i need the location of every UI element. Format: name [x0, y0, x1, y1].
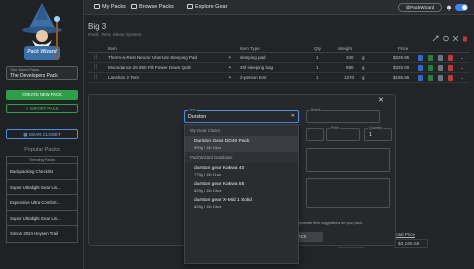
search-result-item[interactable]: Durston Gear DD40 Pack 990g / 1lb 15oz — [185, 136, 298, 152]
item-search-label: Item — [188, 108, 197, 112]
gear-closet-button[interactable]: ▦ GEAR CLOSET — [6, 129, 78, 139]
description-field[interactable] — [306, 178, 390, 208]
search-result-item[interactable]: durston gear Kakwa 40 775g / 1lb 11oz — [185, 163, 298, 179]
nav-browse-packs-label: Browse Packs — [139, 4, 174, 10]
dropdown-group-heading: My Gear Closet — [185, 125, 298, 136]
folder-icon — [94, 4, 100, 9]
search-result-item[interactable]: durston gear X-Mid 1 Solid 825g / 1lb 13… — [185, 195, 298, 211]
notes-field[interactable] — [306, 148, 390, 172]
pack-selector-value: The Developers Pack — [10, 73, 58, 79]
sidebar: Pack Wizard Your Saved Packs The Develop… — [0, 0, 84, 269]
nav-explore-gear-label: Explore Gear — [195, 4, 228, 10]
price-label: Price — [330, 126, 340, 130]
top-nav: My Packs Browse Packs Explore Gear @Pack… — [84, 0, 474, 15]
pack-selector-label: Your Saved Packs — [10, 68, 40, 72]
trending-pack-item[interactable]: Expensive Ultra Comfort... — [7, 195, 77, 211]
brand-label: Brand — [310, 108, 322, 112]
create-new-pack-button[interactable]: CREATE NEW PACK — [6, 90, 78, 100]
theme-toggle[interactable] — [455, 4, 468, 11]
result-name: durston gear Kakwa 55 — [194, 182, 245, 187]
nav-my-packs-label: My Packs — [102, 4, 126, 10]
trending-packs-list: Trending Packs Backpacking Checklist Sup… — [6, 156, 78, 243]
trending-pack-item[interactable]: Backpacking Checklist — [7, 164, 77, 180]
clear-icon[interactable]: ✕ — [291, 113, 295, 119]
gear-closet-label: GEAR CLOSET — [28, 132, 61, 137]
result-weight: 825g / 1lb 13oz — [194, 204, 222, 209]
bell-icon[interactable] — [446, 4, 452, 11]
quantity-label: Quantity — [368, 126, 384, 130]
result-weight: 829g / 1lb 13oz — [194, 188, 222, 193]
suggestion-hint: generate item suggestions for your pack. — [298, 221, 363, 225]
close-icon[interactable]: ✕ — [378, 96, 384, 104]
trending-pack-item[interactable]: Super Ultralight Gear Lis... — [7, 211, 77, 226]
search-results-dropdown: My Gear Closet Durston Gear DD40 Pack 99… — [184, 124, 299, 264]
result-weight: 775g / 1lb 11oz — [194, 172, 222, 177]
grid-icon — [131, 4, 137, 9]
pack-selector[interactable]: Your Saved Packs The Developers Pack — [6, 66, 78, 80]
trending-pack-item[interactable]: Super Ultralight Gear Lis... — [7, 180, 77, 195]
trending-packs-heading: Trending Packs — [7, 157, 77, 164]
quantity-value: 1 — [369, 132, 372, 138]
popular-packs-title: Popular Packs — [24, 147, 60, 153]
result-name: Durston Gear DD40 Pack — [194, 139, 250, 144]
logo-text: Pack Wizard — [27, 49, 57, 55]
result-weight: 990g / 1lb 15oz — [194, 145, 222, 150]
quantity-field[interactable]: Quantity 1 — [364, 126, 392, 141]
dropdown-group-heading: PackWizard Database — [185, 152, 298, 163]
result-name: durston gear Kakwa 40 — [194, 166, 245, 171]
nav-browse-packs[interactable]: Browse Packs — [131, 0, 174, 15]
weight-unit-select[interactable] — [306, 128, 324, 141]
item-search-field[interactable]: Item ✕ — [184, 108, 299, 123]
search-result-item[interactable]: durston gear Kakwa 55 829g / 1lb 13oz — [185, 179, 298, 195]
result-name: durston gear X-Mid 1 Solid — [194, 198, 252, 203]
nav-my-packs[interactable]: My Packs — [94, 0, 126, 15]
nav-explore-gear[interactable]: Explore Gear — [187, 0, 227, 15]
item-search-input[interactable] — [188, 113, 288, 121]
compass-icon — [187, 4, 193, 9]
trending-pack-item[interactable]: Simon 2024 Heysen Trail — [7, 226, 77, 242]
user-menu-button[interactable]: @PackWizard — [398, 3, 442, 12]
import-pack-button[interactable]: ⇪ IMPORT PACK — [6, 104, 78, 113]
import-pack-label: IMPORT PACK — [30, 106, 59, 111]
brand-field[interactable]: Brand — [306, 108, 380, 123]
price-field[interactable]: Price — [326, 126, 360, 141]
